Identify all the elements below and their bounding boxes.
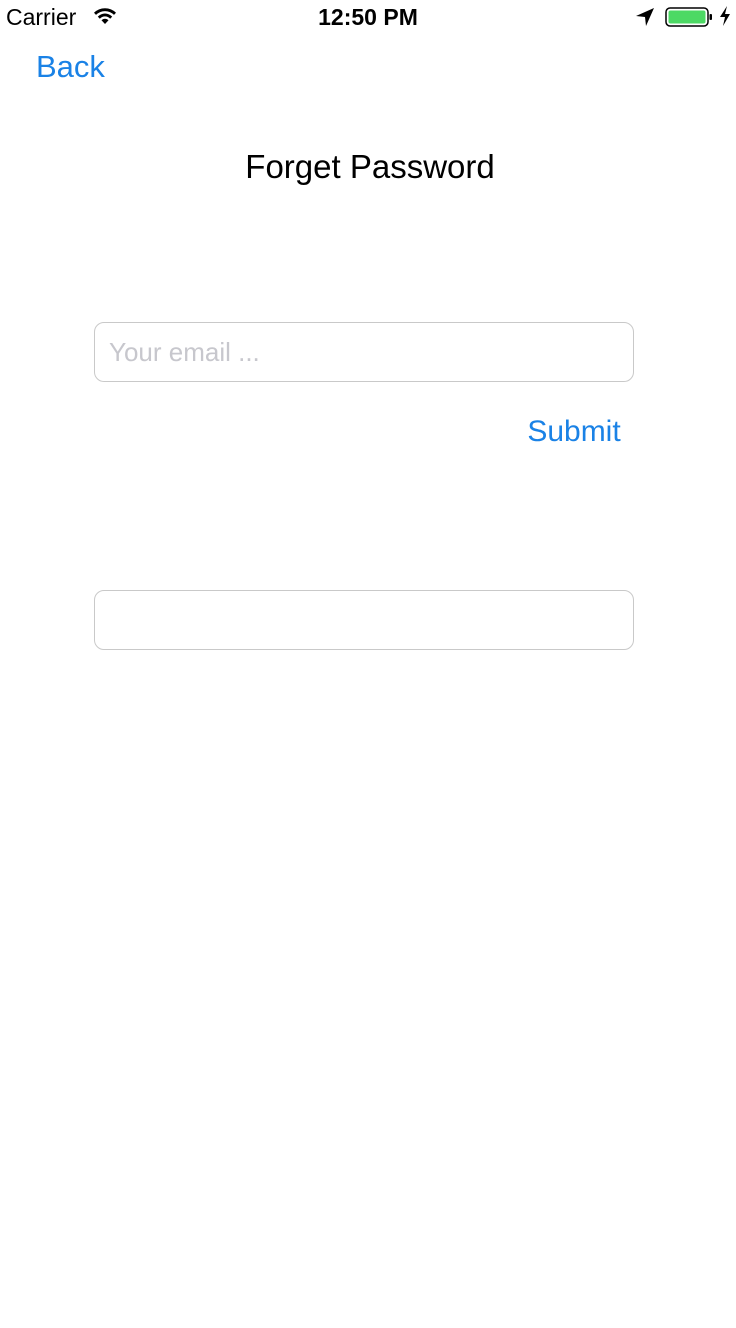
battery-icon (665, 7, 712, 27)
charging-bolt-icon (720, 6, 730, 26)
email-input[interactable] (94, 322, 634, 382)
submit-button[interactable]: Submit (514, 412, 634, 452)
location-arrow-icon (636, 8, 654, 26)
page-title: Forget Password (245, 148, 495, 185)
status-time: 12:50 PM (318, 4, 418, 30)
status-bar: Carrier 12:50 PM (0, 0, 736, 40)
secondary-text-field[interactable] (94, 590, 634, 650)
back-button[interactable]: Back (36, 48, 105, 86)
